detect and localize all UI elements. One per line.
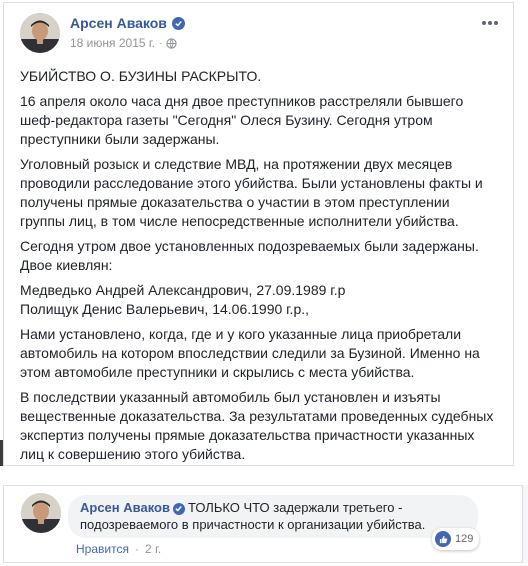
post-paragraph: Сегодня утром двое установленных подозре… bbox=[20, 238, 479, 273]
reaction-count-badge[interactable]: 129 bbox=[432, 528, 480, 550]
comment-bubble: Арсен Аваков ТОЛЬКО ЧТО задержали третьег… bbox=[68, 495, 478, 538]
thumbs-up-icon bbox=[435, 531, 451, 547]
comment-card: Арсен Аваков ТОЛЬКО ЧТО задержали третьег… bbox=[3, 485, 523, 563]
post-paragraph: Медведько Андрей Александрович, 27.09.19… bbox=[20, 282, 346, 317]
left-edge-artifact bbox=[0, 440, 3, 466]
comment-avatar[interactable] bbox=[21, 493, 61, 533]
comment-time[interactable]: 2 г. bbox=[145, 542, 161, 556]
avatar-photo-icon bbox=[21, 493, 61, 533]
post-paragraph: Нами установлено, когда, где и у кого ук… bbox=[20, 326, 480, 380]
post-paragraph: Уголовный розыск и следствие МВД, на про… bbox=[20, 156, 483, 229]
author-name-label[interactable]: Арсен Аваков bbox=[70, 15, 167, 31]
comment-author[interactable]: Арсен Аваков bbox=[80, 500, 170, 515]
globe-icon[interactable] bbox=[166, 37, 178, 49]
post-paragraph: 16 апреля около часа дня двое преступник… bbox=[20, 93, 464, 147]
more-options-icon[interactable] bbox=[480, 15, 500, 31]
post-date[interactable]: 18 июня 2015 г. bbox=[70, 36, 155, 50]
actions-separator: · bbox=[134, 542, 139, 556]
verified-badge-icon bbox=[171, 16, 185, 30]
author-avatar[interactable] bbox=[20, 13, 60, 53]
post-card: Арсен Аваков 18 июня 2015 г. · УБИЙСТВО … bbox=[3, 2, 514, 466]
verified-badge-icon bbox=[172, 502, 185, 515]
post-headline: УБИЙСТВО О. БУЗИНЫ РАСКРЫТО. bbox=[20, 68, 262, 84]
post-paragraph: В последствии указанный автомобиль был у… bbox=[20, 389, 494, 462]
right-edge-artifact bbox=[523, 485, 528, 563]
avatar-photo-icon bbox=[20, 13, 60, 53]
post-text: УБИЙСТВО О. БУЗИНЫ РАСКРЫТО. 16 апреля о… bbox=[20, 67, 498, 470]
reaction-count: 129 bbox=[455, 533, 474, 545]
meta-separator: · bbox=[159, 37, 163, 49]
comment-actions: Нравится · 2 г. bbox=[76, 542, 161, 556]
post-header: Арсен Аваков 18 июня 2015 г. · bbox=[20, 13, 500, 59]
author-name[interactable]: Арсен Аваков bbox=[70, 15, 185, 31]
post-meta: 18 июня 2015 г. · bbox=[70, 36, 178, 50]
comment-like-button[interactable]: Нравится bbox=[76, 542, 129, 556]
